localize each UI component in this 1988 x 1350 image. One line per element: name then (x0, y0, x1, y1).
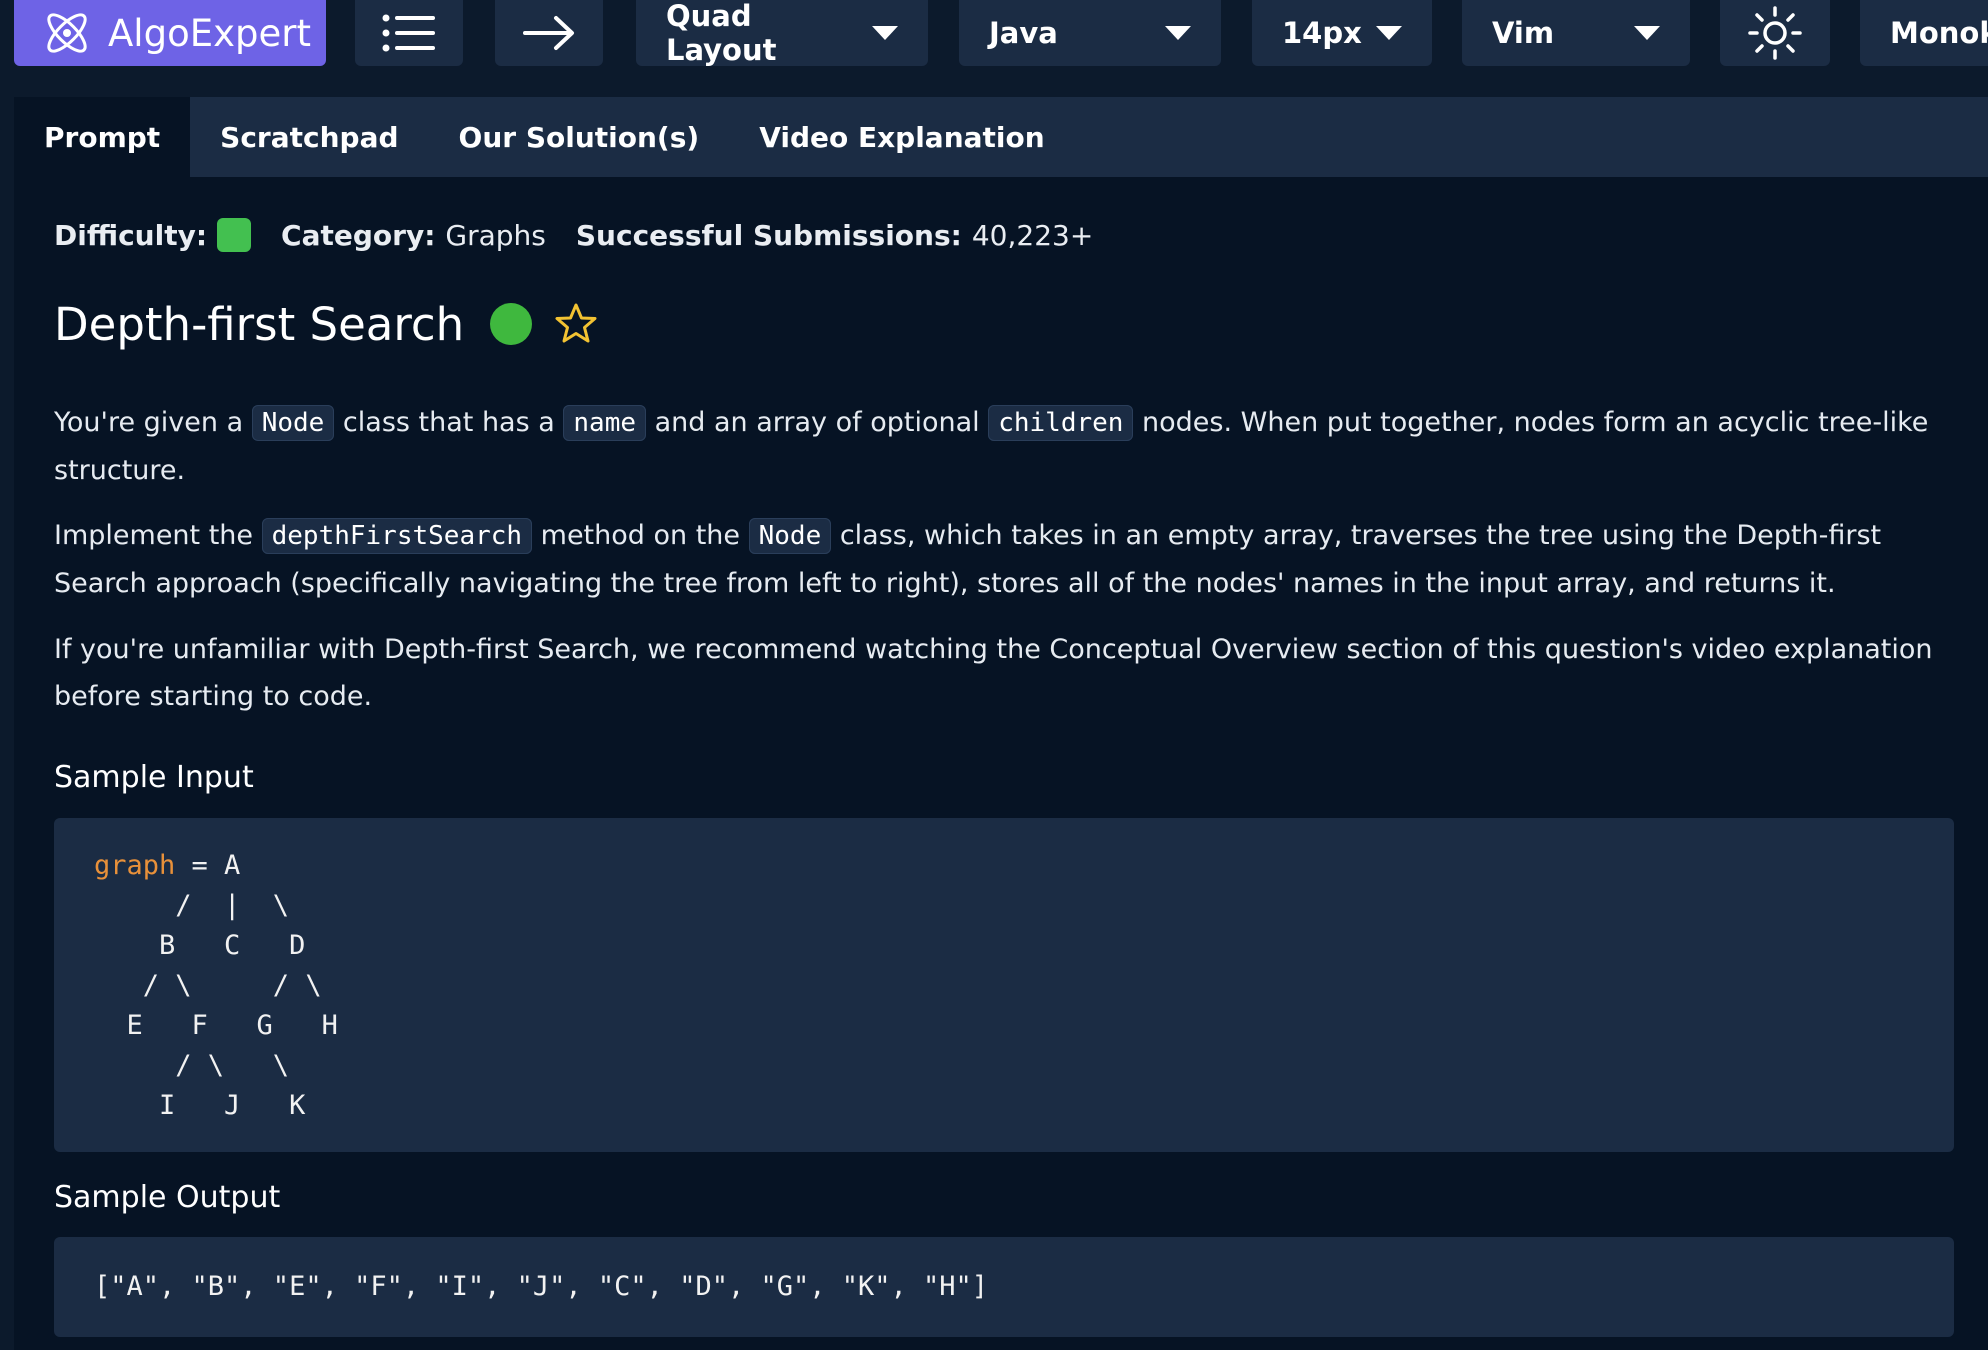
difficulty-badge (217, 218, 252, 252)
language-dropdown-label: Java (989, 16, 1058, 50)
panel-tabs: Prompt Scratchpad Our Solution(s) Video … (14, 97, 1988, 177)
layout-dropdown[interactable]: Quad Layout (636, 0, 928, 67)
question-meta: Difficulty: Category: Graphs Successful … (54, 215, 1093, 255)
sample-input-code: graph = A / | \ B C D / \ / \ E F G H / … (54, 818, 1954, 1152)
inline-code-node: Node (748, 518, 832, 554)
top-toolbar: AlgoExpert Quad Layout Java 14px Vim Mon… (0, 0, 1988, 84)
category-value: Graphs (445, 218, 546, 252)
code-line: B C D (94, 930, 306, 961)
chevron-down-icon (1165, 26, 1191, 40)
chevron-down-icon (1634, 26, 1660, 40)
inline-code-children: children (988, 405, 1134, 441)
prompt-paragraph-2: Implement the depthFirstSearch method on… (54, 512, 1974, 607)
sample-input-heading: Sample Input (54, 760, 254, 795)
arrow-right-icon (523, 16, 574, 50)
difficulty-label: Difficulty: (54, 218, 208, 252)
question-title-row: Depth-first Search (54, 291, 598, 357)
p2-text-0: Implement the (54, 520, 262, 551)
code-line: I J K (94, 1090, 306, 1121)
menu-button[interactable] (355, 0, 463, 66)
prompt-paragraph-3: If you're unfamiliar with Depth-first Se… (54, 634, 1933, 712)
sample-output-code: ["A", "B", "E", "F", "I", "J", "C", "D",… (54, 1237, 1954, 1337)
sun-icon (1748, 6, 1802, 60)
font-size-dropdown[interactable]: 14px (1252, 0, 1432, 66)
inline-code-node: Node (251, 405, 335, 441)
chevron-down-icon (872, 26, 898, 40)
tab-prompt[interactable]: Prompt (14, 97, 191, 177)
language-dropdown[interactable]: Java (959, 0, 1221, 66)
inline-code-name: name (563, 405, 647, 441)
p1-text-2: class that has a (334, 407, 564, 438)
prompt-panel: Prompt Scratchpad Our Solution(s) Video … (14, 97, 1988, 1350)
code-line: / \ \ (94, 1050, 290, 1081)
submissions-value: 40,223+ (971, 218, 1094, 252)
brand-name: AlgoExpert (108, 11, 311, 55)
tab-scratchpad[interactable]: Scratchpad (190, 97, 428, 177)
keymap-dropdown-label: Vim (1492, 16, 1555, 50)
editor-theme-dropdown-label: Monok (1890, 16, 1988, 50)
code-line: E F G H (94, 1010, 338, 1041)
sample-output-heading: Sample Output (54, 1180, 281, 1215)
keymap-dropdown[interactable]: Vim (1462, 0, 1690, 66)
code-line: / \ / \ (94, 970, 322, 1001)
menu-icon (382, 14, 435, 52)
tab-our-solutions[interactable]: Our Solution(s) (429, 97, 730, 177)
sample-output-value: ["A", "B", "E", "F", "I", "J", "C", "D",… (94, 1271, 989, 1302)
submissions-label: Successful Submissions: (575, 218, 962, 252)
p1-text-0: You're given a (54, 407, 252, 438)
theme-toggle-button[interactable] (1720, 0, 1830, 66)
brand-logo-button[interactable]: AlgoExpert (14, 0, 326, 66)
font-size-dropdown-label: 14px (1282, 16, 1362, 50)
code-keyword-graph: graph (94, 850, 176, 881)
inline-code-depthfirstsearch: depthFirstSearch (261, 518, 533, 554)
p1-text-4: and an array of optional (646, 407, 989, 438)
editor-theme-dropdown[interactable]: Monok (1860, 0, 1988, 66)
code-line-0-rest: = A (175, 850, 241, 881)
p2-text-2: method on the (532, 520, 749, 551)
code-line: / | \ (94, 890, 290, 921)
layout-dropdown-label: Quad Layout (666, 0, 777, 67)
tab-video-explanation[interactable]: Video Explanation (729, 97, 1075, 177)
category-label: Category: (281, 218, 436, 252)
prompt-paragraph-1-text: You're given a Node class that has a nam… (54, 399, 1974, 494)
bookmark-star-icon[interactable] (554, 302, 598, 346)
next-question-button[interactable] (495, 0, 603, 66)
atom-logo-icon (47, 13, 87, 53)
completion-status-dot (490, 303, 533, 345)
chevron-down-icon (1376, 26, 1402, 40)
question-title: Depth-first Search (54, 297, 465, 351)
